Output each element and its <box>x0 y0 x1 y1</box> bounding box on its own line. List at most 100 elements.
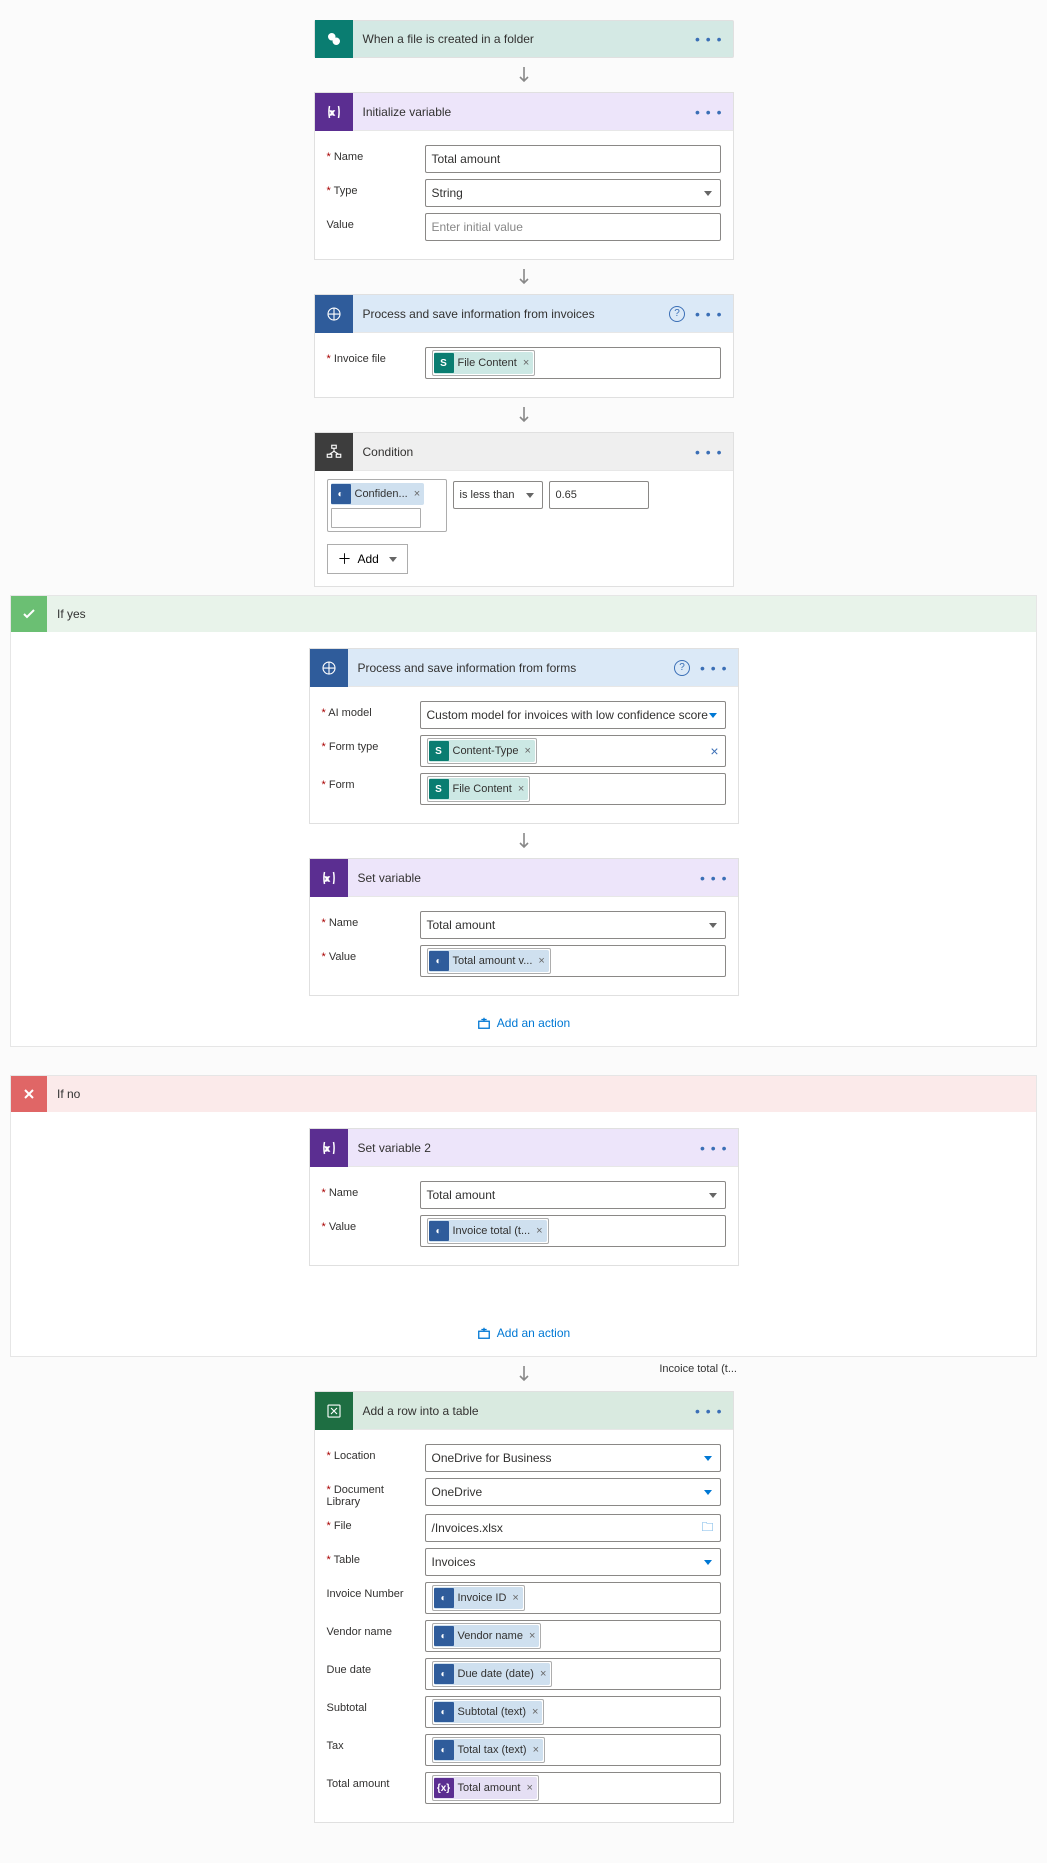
invoice-number-input[interactable]: ◐Invoice ID× <box>425 1582 721 1614</box>
set-variable-2-header[interactable]: x Set variable 2 • • • <box>310 1129 738 1167</box>
if-yes-branch: If yes Process and save information from… <box>10 595 1037 1047</box>
name-select[interactable]: Total amount <box>420 911 726 939</box>
condition-value-input[interactable]: 0.65 <box>549 481 649 509</box>
more-icon[interactable]: • • • <box>700 661 727 675</box>
if-no-label: If no <box>57 1087 80 1101</box>
remove-token-icon[interactable]: × <box>536 1225 542 1237</box>
arrow-icon <box>516 400 532 430</box>
arrow-icon <box>516 262 532 292</box>
card-title: Condition <box>353 445 696 459</box>
set-variable-header[interactable]: x Set variable • • • <box>310 859 738 897</box>
process-forms-header[interactable]: Process and save information from forms … <box>310 649 738 687</box>
svg-text:x: x <box>325 874 329 883</box>
remove-token-icon[interactable]: × <box>512 1592 518 1604</box>
check-icon <box>11 596 47 632</box>
remove-token-icon[interactable]: × <box>525 745 531 757</box>
value-input[interactable]: Enter initial value <box>425 213 721 241</box>
token-label: Total tax (text) <box>458 1744 527 1756</box>
value-label: Value <box>322 1215 412 1233</box>
condition-header[interactable]: Condition • • • <box>315 433 733 471</box>
if-no-header: If no <box>11 1076 1036 1112</box>
remove-token-icon[interactable]: × <box>533 1744 539 1756</box>
remove-token-icon[interactable]: × <box>532 1706 538 1718</box>
help-icon[interactable]: ? <box>674 660 690 676</box>
type-label: Type <box>327 179 417 197</box>
ai-model-label: AI model <box>322 701 412 719</box>
remove-token-icon[interactable]: × <box>529 1630 535 1642</box>
folder-picker-icon[interactable]: 🗀 <box>701 1518 713 1539</box>
vendor-name-input[interactable]: ◐Vendor name× <box>425 1620 721 1652</box>
more-icon[interactable]: • • • <box>700 871 727 885</box>
remove-token-icon[interactable]: × <box>538 955 544 967</box>
add-condition-button[interactable]: ＋Add <box>327 544 408 574</box>
token-label: Subtotal (text) <box>458 1706 526 1718</box>
value-label: Value <box>327 213 417 231</box>
total-amount-label: Total amount <box>327 1772 417 1790</box>
name-input[interactable]: Total amount <box>425 145 721 173</box>
invoice-file-input[interactable]: SFile Content× <box>425 347 721 379</box>
condition-left-operand[interactable]: ◐Confiden...× <box>327 479 447 532</box>
more-icon[interactable]: • • • <box>695 1404 722 1418</box>
name-label: Name <box>327 145 417 163</box>
more-icon[interactable]: • • • <box>695 445 722 459</box>
card-title: Initialize variable <box>353 105 696 119</box>
set-variable-2-card: x Set variable 2 • • • Name Total amount… <box>309 1128 739 1266</box>
if-yes-header: If yes <box>11 596 1036 632</box>
form-type-input[interactable]: SContent-Type× × <box>420 735 726 767</box>
form-type-label: Form type <box>322 735 412 753</box>
trigger-title: When a file is created in a folder <box>353 32 696 46</box>
table-select[interactable]: Invoices <box>425 1548 721 1576</box>
tax-input[interactable]: ◐Total tax (text)× <box>425 1734 721 1766</box>
due-date-input[interactable]: ◐Due date (date)× <box>425 1658 721 1690</box>
ai-model-select[interactable]: Custom model for invoices with low confi… <box>420 701 726 729</box>
token-label: Confiden... <box>355 488 408 500</box>
total-amount-input[interactable]: {x}Total amount× <box>425 1772 721 1804</box>
file-input[interactable]: /Invoices.xlsx🗀 <box>425 1514 721 1542</box>
file-label: File <box>327 1514 417 1532</box>
process-invoices-card: Process and save information from invoic… <box>314 294 734 398</box>
form-label: Form <box>322 773 412 791</box>
token-label: Invoice ID <box>458 1592 507 1604</box>
value-input[interactable]: ◐Total amount v...× <box>420 945 726 977</box>
initialize-variable-header[interactable]: x Initialize variable • • • <box>315 93 733 131</box>
remove-token-icon[interactable]: × <box>540 1668 546 1680</box>
card-title: Set variable 2 <box>348 1141 701 1155</box>
token-label: Content-Type <box>453 745 519 757</box>
token-label: Vendor name <box>458 1630 523 1642</box>
condition-icon <box>315 433 353 471</box>
help-icon[interactable]: ? <box>669 306 685 322</box>
variable-icon: x <box>315 93 353 131</box>
remove-token-icon[interactable]: × <box>518 783 524 795</box>
remove-token-icon[interactable]: × <box>523 357 529 369</box>
vendor-name-label: Vendor name <box>327 1620 417 1638</box>
subtotal-input[interactable]: ◐Subtotal (text)× <box>425 1696 721 1728</box>
excel-add-row-header[interactable]: Add a row into a table • • • <box>315 1392 733 1430</box>
add-action-link[interactable]: Add an action <box>477 1326 570 1340</box>
sharepoint-icon <box>315 20 353 58</box>
trigger-card[interactable]: When a file is created in a folder • • • <box>314 20 734 58</box>
name-label: Name <box>322 1181 412 1199</box>
more-icon[interactable]: • • • <box>695 307 722 321</box>
remove-token-icon[interactable]: × <box>414 488 420 500</box>
card-title: Set variable <box>348 871 701 885</box>
more-icon[interactable]: • • • <box>695 32 722 46</box>
stray-text: Incoice total (t... <box>659 1363 737 1375</box>
process-invoices-header[interactable]: Process and save information from invoic… <box>315 295 733 333</box>
more-icon[interactable]: • • • <box>695 105 722 119</box>
remove-token-icon[interactable]: × <box>526 1782 532 1794</box>
card-title: Process and save information from invoic… <box>353 307 670 321</box>
clear-input-icon[interactable]: × <box>710 743 718 759</box>
doc-library-label: Document Library <box>327 1478 417 1508</box>
doc-library-select[interactable]: OneDrive <box>425 1478 721 1506</box>
location-select[interactable]: OneDrive for Business <box>425 1444 721 1472</box>
card-title: Add a row into a table <box>353 1404 696 1418</box>
add-action-link[interactable]: Add an action <box>477 1016 570 1030</box>
value-input[interactable]: ◐Invoice total (t...× <box>420 1215 726 1247</box>
form-input[interactable]: SFile Content× <box>420 773 726 805</box>
name-select[interactable]: Total amount <box>420 1181 726 1209</box>
condition-operator-select[interactable]: is less than <box>453 481 543 509</box>
type-select[interactable]: String <box>425 179 721 207</box>
invoice-number-label: Invoice Number <box>327 1582 417 1600</box>
more-icon[interactable]: • • • <box>700 1141 727 1155</box>
if-yes-label: If yes <box>57 607 86 621</box>
